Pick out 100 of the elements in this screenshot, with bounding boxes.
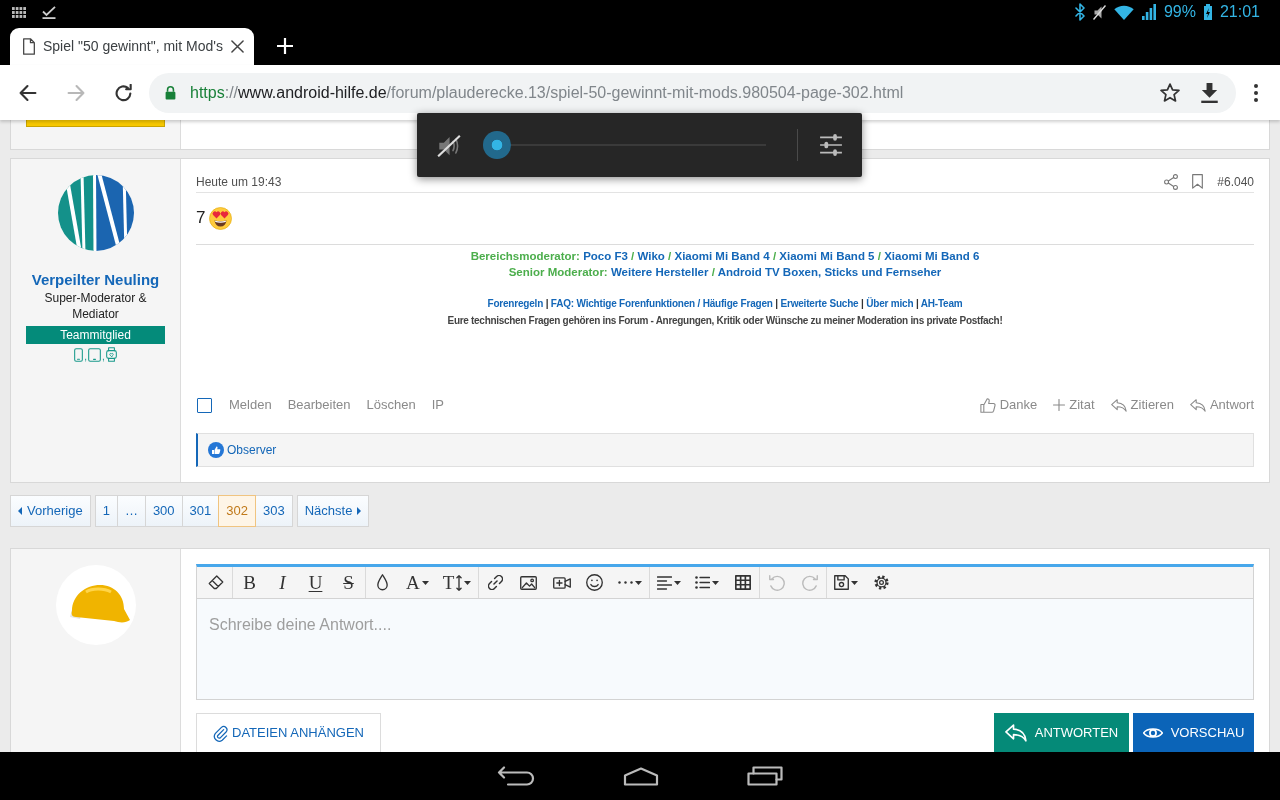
signature-link[interactable]: AH-Team: [920, 298, 963, 309]
thumbs-up-icon: [979, 397, 996, 413]
attach-files-button[interactable]: DATEIEN ANHÄNGEN: [196, 713, 381, 752]
phone-icon: [74, 348, 84, 362]
bold-button[interactable]: B: [233, 567, 266, 598]
italic-button[interactable]: I: [266, 567, 299, 598]
signature-link[interactable]: Poco F3: [583, 250, 628, 262]
eye-icon: [1142, 725, 1163, 740]
reply-field[interactable]: Schreibe deine Antwort....: [196, 599, 1254, 700]
up-down-arrow-icon: [456, 574, 463, 591]
gear-icon: [874, 575, 890, 590]
post-action-link[interactable]: Bearbeiten: [287, 395, 351, 415]
tablet-icon: [88, 348, 101, 362]
clock-time: 21:01: [1219, 4, 1260, 20]
post-action-link[interactable]: Zitat: [1053, 395, 1095, 415]
comma-text: ,: [84, 352, 87, 362]
back-arrow-icon[interactable]: [18, 83, 38, 102]
reply-button[interactable]: ANTWORTEN: [994, 713, 1129, 752]
download-icon[interactable]: [1201, 82, 1218, 103]
address-bar[interactable]: https://www.android-hilfe.de/forum/plauderecke.13/spiel-50-gewinnt-mit-mods.980504-page-302.html: [149, 72, 1236, 113]
underline-button[interactable]: U: [299, 567, 332, 598]
bookmark-icon[interactable]: [1192, 174, 1204, 189]
team-badge: Teammitglied: [26, 326, 165, 344]
caret-icon: [635, 580, 643, 585]
back-nav-icon[interactable]: [497, 765, 535, 787]
post-time-link[interactable]: Heute um 19:43: [196, 172, 282, 191]
post-action-link[interactable]: IP: [431, 395, 444, 415]
post-text: 7: [196, 207, 206, 229]
post-action-link[interactable]: Melden: [229, 395, 272, 415]
like-badge-icon: [208, 442, 224, 458]
post-action-link[interactable]: Zitieren: [1110, 395, 1174, 415]
caret-right-icon: [357, 507, 362, 515]
post-action-link[interactable]: Antwort: [1189, 395, 1254, 415]
font-button[interactable]: A: [399, 567, 436, 598]
volume-slider[interactable]: [483, 131, 766, 159]
battery-charging-icon: [1203, 4, 1212, 20]
signature-link[interactable]: Xiaomi Mi Band 5: [779, 250, 875, 262]
floppy-disk-icon: [834, 575, 850, 590]
helmet-avatar-icon: [55, 565, 136, 645]
page-button[interactable]: 300: [144, 495, 183, 527]
page-icon: [23, 38, 35, 55]
select-checkbox[interactable]: [197, 397, 212, 413]
signature-link[interactable]: Xiaomi Mi Band 4: [674, 250, 770, 262]
eraser-icon: [207, 575, 224, 590]
post-action-link[interactable]: Löschen: [366, 395, 416, 415]
reply-arrow-icon: [1004, 723, 1027, 742]
slider-thumb[interactable]: [483, 131, 511, 159]
table-grid-icon: [734, 575, 751, 590]
username-link[interactable]: Verpeilter Neuling: [31, 270, 160, 290]
caret-icon: [464, 580, 472, 585]
muted-speaker-icon[interactable]: [437, 133, 461, 157]
align-left-icon: [657, 575, 673, 590]
close-icon[interactable]: [230, 40, 244, 53]
signature-link[interactable]: Wiko: [637, 250, 665, 262]
reload-icon[interactable]: [114, 83, 134, 102]
signature-link[interactable]: Forenregeln: [487, 298, 544, 309]
page-button[interactable]: 302: [218, 495, 256, 527]
share-icon[interactable]: [1164, 173, 1179, 190]
bluetooth-icon: [1074, 3, 1085, 21]
page-button[interactable]: 301: [181, 495, 220, 527]
signature-link[interactable]: Xiaomi Mi Band 6: [884, 250, 980, 262]
preview-button[interactable]: VORSCHAU: [1133, 713, 1254, 752]
post-action-link[interactable]: Danke: [979, 395, 1038, 415]
strikethrough-button[interactable]: S: [332, 567, 365, 598]
signature-links-line: Forenregeln | FAQ: Wichtige Forenfunktionen / Häufige Fragen | Erweiterte Suche | Über mich | AH-Team: [487, 297, 963, 311]
next-page-button[interactable]: Nächste: [296, 495, 370, 527]
moderator-role-line: Bereichsmoderator: Poco F3 / Wiko / Xiaomi Mi Band 4 / Xiaomi Mi Band 5 / Xiaomi Mi Band 6: [470, 249, 980, 264]
sliders-icon[interactable]: [819, 133, 843, 157]
signature-link[interactable]: Android TV Boxen, Sticks und Fernseher: [717, 266, 942, 278]
undo-icon: [768, 574, 785, 591]
comma-text: ,: [102, 352, 105, 362]
home-nav-icon[interactable]: [623, 766, 659, 786]
plus-icon: [1053, 399, 1066, 411]
previous-page-button[interactable]: Vorherige: [10, 495, 91, 527]
signature-link[interactable]: Weitere Hersteller: [610, 266, 709, 278]
signature-link[interactable]: Erweiterte Suche: [780, 298, 859, 309]
smiley-icon: [586, 574, 604, 591]
caret-icon: [421, 580, 429, 585]
user-title: Super-Moderator & Mediator: [43, 290, 148, 322]
browser-tab[interactable]: Spiel "50 gewinnt", mit Mod's: [10, 28, 254, 65]
signature-link[interactable]: Über mich: [866, 298, 914, 309]
reply-arrow-icon: [1110, 398, 1127, 412]
picture-icon: [520, 575, 538, 590]
font-size-button[interactable]: T: [435, 567, 479, 598]
grid-icon: [12, 6, 26, 18]
signature-link[interactable]: FAQ: Wichtige Forenfunktionen / Häufige Fragen: [550, 298, 773, 309]
recent-apps-icon[interactable]: [747, 766, 783, 786]
avatar-stripes-icon[interactable]: [57, 175, 134, 251]
heart-eyes-emoji-icon: [209, 206, 233, 230]
page-button[interactable]: 303: [255, 495, 293, 527]
sound-off-icon: [1092, 4, 1106, 20]
star-icon[interactable]: [1160, 83, 1180, 102]
page-button[interactable]: …: [116, 495, 146, 527]
battery-percent: 99%: [1163, 4, 1196, 20]
new-tab-icon[interactable]: [275, 37, 294, 55]
menu-icon[interactable]: [1254, 83, 1258, 102]
page-button[interactable]: 1: [94, 495, 118, 527]
post-number-link[interactable]: #6.040: [1217, 172, 1254, 191]
reaction-user-link[interactable]: Observer: [227, 441, 277, 459]
dots-icon: [618, 581, 634, 584]
